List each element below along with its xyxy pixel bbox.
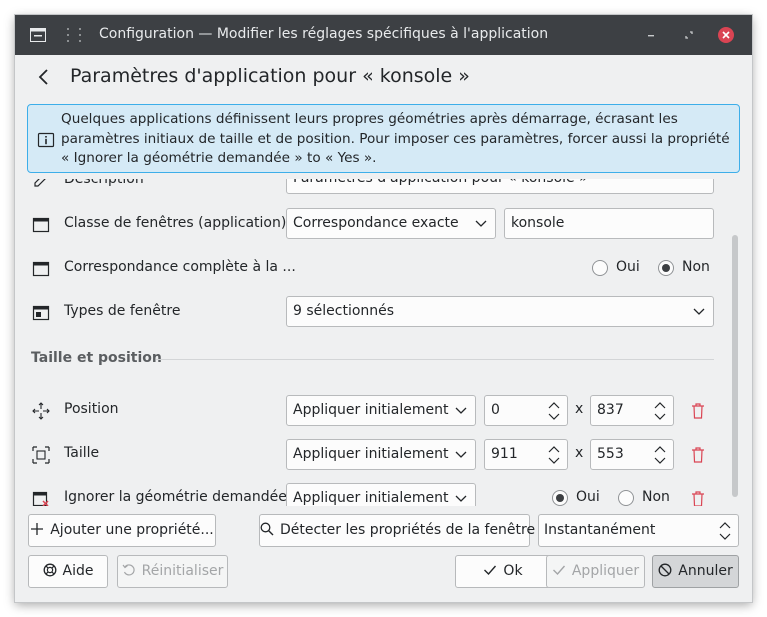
- full-match-label: Correspondance complète à la ...: [64, 259, 296, 275]
- size-separator: x: [575, 445, 584, 461]
- chevron-down-icon: [455, 451, 467, 458]
- ignore-geometry-label: Ignorer la géométrie demandée: [64, 489, 287, 505]
- help-label: Aide: [62, 563, 94, 579]
- position-x-value: 0: [491, 402, 500, 418]
- search-icon: [260, 522, 274, 536]
- full-match-no-label[interactable]: Non: [682, 259, 710, 275]
- apply-label: Appliquer: [571, 563, 640, 579]
- page-header: Paramètres d'application pour « konsole …: [15, 55, 752, 99]
- title-bar[interactable]: Configuration — Modifier les réglages sp…: [15, 15, 752, 55]
- ignore-geometry-yes-label[interactable]: Oui: [576, 489, 600, 505]
- scrollbar-thumb[interactable]: [732, 235, 738, 497]
- detection-delay-value: Instantanément: [544, 522, 656, 538]
- detection-delay-combo[interactable]: Instantanément: [538, 514, 739, 547]
- chevron-down-icon: [455, 407, 467, 414]
- info-banner: Quelques applications définissent leurs …: [27, 104, 740, 173]
- position-x-spinbox[interactable]: 0: [484, 395, 568, 426]
- detect-properties-label: Détecter les propriétés de la fenêtre: [280, 522, 536, 538]
- delete-icon[interactable]: [690, 446, 706, 464]
- reset-button[interactable]: Réinitialiser: [117, 555, 228, 588]
- size-width-spinbox[interactable]: 911: [484, 439, 568, 470]
- properties-list[interactable]: Description Paramètres d'application pou…: [15, 179, 752, 506]
- window-class-match-value: Correspondance exacte: [293, 215, 459, 231]
- maximize-icon[interactable]: [681, 27, 697, 43]
- add-property-button[interactable]: Ajouter une propriété...: [28, 514, 216, 547]
- ok-button[interactable]: Ok: [455, 555, 551, 588]
- ignore-geometry-icon: [32, 491, 49, 506]
- window-class-label: Classe de fenêtres (application): [64, 215, 287, 231]
- cancel-button[interactable]: Annuler: [652, 555, 739, 588]
- position-label: Position: [64, 401, 119, 417]
- position-policy-combo[interactable]: Appliquer initialement: [286, 395, 476, 426]
- description-label: Description: [64, 179, 144, 187]
- keep-on-all-desktops-icon[interactable]: [66, 27, 82, 43]
- plus-icon: [31, 523, 44, 535]
- chevron-down-icon: [693, 308, 705, 315]
- close-icon[interactable]: [718, 27, 734, 43]
- chevron-down-icon: [475, 220, 487, 227]
- position-y-value: 837: [597, 402, 624, 418]
- ok-label: Ok: [503, 563, 523, 579]
- checkmark-icon: [484, 565, 497, 576]
- window-types-combo[interactable]: 9 sélectionnés: [286, 296, 714, 327]
- delete-icon[interactable]: [690, 402, 706, 420]
- back-arrow-icon[interactable]: [33, 66, 55, 88]
- app-window-icon[interactable]: [30, 28, 46, 42]
- delete-icon[interactable]: [690, 490, 706, 506]
- window-class-input[interactable]: konsole: [504, 208, 714, 239]
- minimize-icon[interactable]: [643, 27, 659, 43]
- help-button[interactable]: Aide: [28, 555, 108, 588]
- spin-arrows-icon: [719, 522, 731, 540]
- apply-button[interactable]: Appliquer: [546, 555, 645, 588]
- help-lifebuoy-icon: [43, 563, 56, 577]
- size-label: Taille: [64, 445, 100, 461]
- position-policy-value: Appliquer initialement: [293, 402, 449, 418]
- spin-arrows-icon[interactable]: [547, 443, 561, 467]
- window-icon: [32, 261, 50, 277]
- settings-window: Configuration — Modifier les réglages sp…: [15, 15, 752, 602]
- size-policy-value: Appliquer initialement: [293, 446, 449, 462]
- info-banner-text: Quelques applications définissent leurs …: [61, 111, 730, 166]
- window-icon: [32, 217, 50, 233]
- full-match-no-radio[interactable]: [658, 260, 674, 276]
- reset-label: Réinitialiser: [141, 563, 224, 579]
- position-separator: x: [575, 401, 584, 417]
- scrollbar[interactable]: [730, 179, 740, 506]
- cancel-icon: [658, 563, 672, 577]
- window-title: Configuration — Modifier les réglages sp…: [99, 26, 549, 42]
- cancel-label: Annuler: [678, 563, 733, 579]
- size-policy-combo[interactable]: Appliquer initialement: [286, 439, 476, 470]
- page-title: Paramètres d'application pour « konsole …: [70, 65, 470, 87]
- reset-icon: [122, 564, 135, 576]
- full-match-yes-radio[interactable]: [592, 260, 608, 276]
- spin-arrows-icon[interactable]: [653, 399, 667, 423]
- checkmark-icon: [552, 565, 565, 576]
- add-property-label: Ajouter une propriété...: [50, 522, 214, 538]
- edit-description-icon: [34, 179, 46, 187]
- spin-arrows-icon[interactable]: [653, 443, 667, 467]
- chevron-down-icon: [455, 495, 467, 502]
- full-match-yes-label[interactable]: Oui: [616, 259, 640, 275]
- section-divider: [156, 359, 714, 360]
- size-height-spinbox[interactable]: 553: [590, 439, 674, 470]
- size-height-value: 553: [597, 446, 624, 462]
- window-types-label: Types de fenêtre: [64, 303, 181, 319]
- ignore-geometry-policy-value: Appliquer initialement: [293, 490, 449, 506]
- info-icon: [37, 132, 55, 148]
- position-y-spinbox[interactable]: 837: [590, 395, 674, 426]
- window-types-value: 9 sélectionnés: [293, 303, 395, 319]
- ignore-geometry-no-label[interactable]: Non: [642, 489, 670, 505]
- spin-arrows-icon[interactable]: [547, 399, 561, 423]
- resize-icon: [32, 446, 50, 464]
- ignore-geometry-policy-combo[interactable]: Appliquer initialement: [286, 483, 476, 506]
- ignore-geometry-no-radio[interactable]: [618, 490, 634, 506]
- detect-properties-button[interactable]: Détecter les propriétés de la fenêtre: [259, 514, 535, 547]
- window-types-icon: [32, 305, 50, 321]
- window-class-match-combo[interactable]: Correspondance exacte: [286, 208, 496, 239]
- move-icon: [32, 402, 50, 420]
- section-title-size-position: Taille et position: [31, 350, 162, 366]
- description-field[interactable]: Paramètres d'application pour « konsole …: [286, 179, 714, 194]
- size-width-value: 911: [491, 446, 518, 462]
- ignore-geometry-yes-radio[interactable]: [552, 490, 568, 506]
